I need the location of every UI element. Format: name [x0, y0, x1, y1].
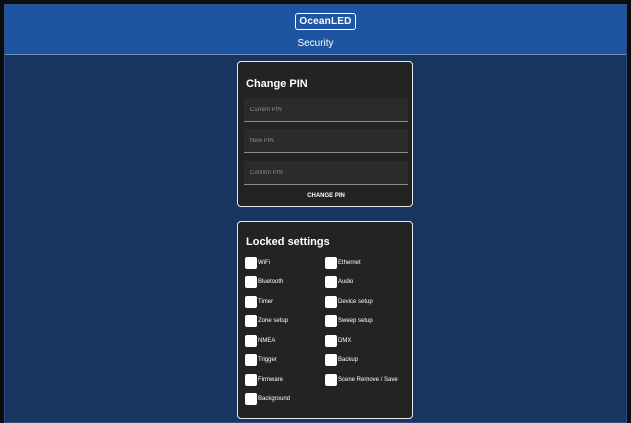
checkbox-box[interactable] — [245, 257, 257, 269]
checkbox-label: Ethernet — [338, 260, 361, 266]
oceanled-logo[interactable]: OceanLED — [295, 13, 356, 30]
checkbox-box[interactable] — [325, 354, 337, 366]
change-pin-card: Change PIN CHANGE PIN — [237, 61, 413, 207]
checkbox-box[interactable] — [325, 335, 337, 347]
checkbox-box[interactable] — [245, 393, 257, 405]
checkbox-box[interactable] — [245, 335, 257, 347]
checkbox-box[interactable] — [245, 354, 257, 366]
checkbox-label: NMEA — [258, 338, 276, 344]
checkbox-label: Background — [258, 396, 291, 402]
checkbox-sweep-setup[interactable]: Sweep setup — [325, 315, 373, 327]
checkbox-bluetooth[interactable]: Bluetooth — [245, 276, 283, 288]
new-pin-field[interactable] — [244, 129, 408, 153]
locked-settings-card: Locked settings WiFi Ethernet Bluetooth … — [237, 221, 413, 419]
checkbox-firmware[interactable]: Firmware — [245, 374, 283, 386]
checkbox-device-setup[interactable]: Device setup — [325, 296, 373, 308]
checkbox-box[interactable] — [325, 276, 337, 288]
change-pin-title: Change PIN — [246, 78, 308, 90]
current-pin-input[interactable] — [244, 98, 408, 122]
app-window: OceanLED Security Change PIN CHANGE PIN … — [4, 4, 627, 423]
page-title: Security — [297, 38, 334, 49]
checkbox-dmx[interactable]: DMX — [325, 335, 351, 347]
checkbox-label: Device setup — [338, 299, 373, 305]
change-pin-button[interactable]: CHANGE PIN — [286, 190, 366, 202]
checkbox-zone-setup[interactable]: Zone setup — [245, 315, 288, 327]
checkbox-label: Backup — [338, 357, 359, 363]
checkbox-timer[interactable]: Timer — [245, 296, 273, 308]
locked-settings-title: Locked settings — [246, 236, 330, 248]
checkbox-nmea[interactable]: NMEA — [245, 335, 275, 347]
header-bar: OceanLED Security — [5, 5, 626, 55]
checkbox-label: Trigger — [258, 357, 277, 363]
confirm-pin-field[interactable] — [244, 161, 408, 185]
checkbox-label: Scene Remove / Save — [338, 377, 398, 383]
checkbox-label: Timer — [258, 299, 274, 305]
checkbox-box[interactable] — [245, 296, 257, 308]
current-pin-field[interactable] — [244, 98, 408, 122]
checkbox-box[interactable] — [325, 315, 337, 327]
checkbox-audio[interactable]: Audio — [325, 276, 353, 288]
checkbox-box[interactable] — [325, 374, 337, 386]
checkbox-label: Audio — [338, 279, 354, 285]
new-pin-input[interactable] — [244, 129, 408, 153]
checkbox-label: Firmware — [258, 377, 283, 383]
checkbox-scene-remove-save[interactable]: Scene Remove / Save — [325, 374, 398, 386]
confirm-pin-input[interactable] — [244, 161, 408, 185]
checkbox-label: Zone setup — [258, 318, 289, 324]
checkbox-box[interactable] — [245, 315, 257, 327]
checkbox-label: Sweep setup — [338, 318, 373, 324]
checkbox-wifi[interactable]: WiFi — [245, 257, 270, 269]
checkbox-label: DMX — [338, 338, 352, 344]
checkbox-label: WiFi — [258, 260, 270, 266]
checkbox-ethernet[interactable]: Ethernet — [325, 257, 361, 269]
checkbox-backup[interactable]: Backup — [325, 354, 358, 366]
checkbox-background[interactable]: Background — [245, 393, 290, 405]
checkbox-box[interactable] — [245, 276, 257, 288]
checkbox-label: Bluetooth — [258, 279, 284, 285]
checkbox-box[interactable] — [325, 296, 337, 308]
checkbox-box[interactable] — [245, 374, 257, 386]
checkbox-trigger[interactable]: Trigger — [245, 354, 277, 366]
checkbox-box[interactable] — [325, 257, 337, 269]
